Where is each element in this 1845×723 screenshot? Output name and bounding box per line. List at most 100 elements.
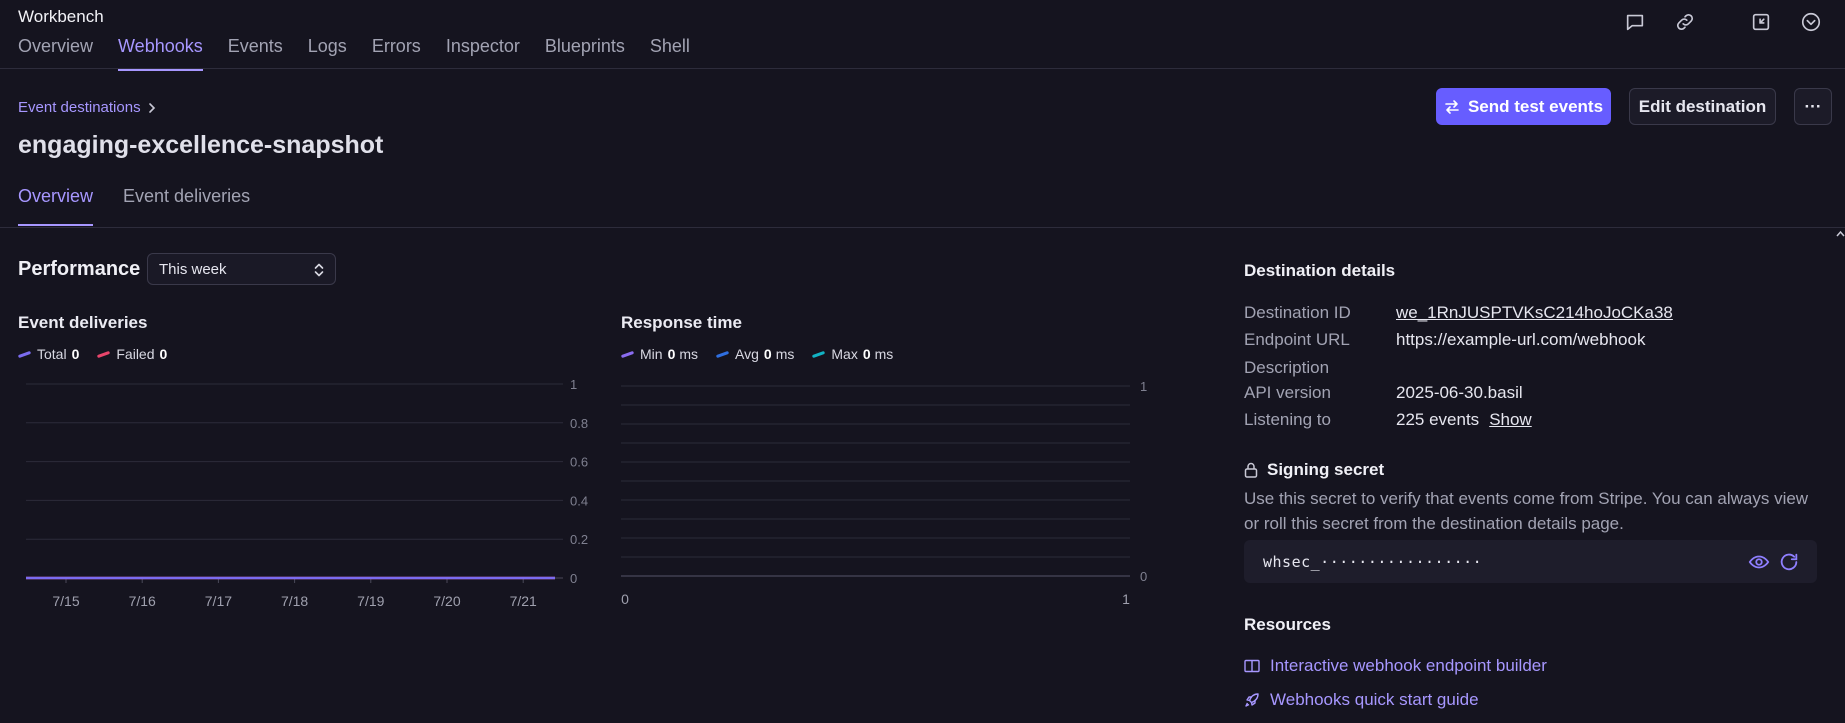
top-toolbar (1597, 10, 1823, 34)
y-tick-label: 0 (1140, 569, 1147, 584)
breadcrumb[interactable]: Event destinations (18, 99, 157, 116)
refresh-icon[interactable] (1778, 551, 1800, 573)
x-tick-label: 7/15 (52, 593, 79, 609)
performance-title: Performance (18, 258, 141, 280)
resource-link-label: Webhooks quick start guide (1270, 690, 1479, 709)
signing-secret-title: Signing secret (1267, 460, 1385, 479)
signing-secret-field: whsec_················· (1244, 540, 1817, 583)
legend-label-avg: Avg (735, 346, 759, 362)
nav-item-events[interactable]: Events (228, 36, 283, 71)
chevron-right-icon (148, 102, 155, 113)
signing-secret-value[interactable]: whsec_················· (1263, 553, 1482, 571)
nav-item-blueprints[interactable]: Blueprints (545, 36, 625, 71)
resources-title: Resources (1244, 615, 1331, 634)
rocket-icon (1245, 693, 1259, 707)
x-tick-label: 7/20 (433, 593, 460, 609)
tab-overview[interactable]: Overview (18, 186, 94, 226)
response-time-chart-title: Response time (621, 313, 742, 332)
legend-label-failed: Failed (116, 346, 155, 362)
collapse-icon[interactable] (1749, 10, 1773, 34)
y-tick-label: 0 (570, 571, 577, 586)
link-icon[interactable] (1673, 10, 1697, 34)
scroll-up-arrow[interactable] (1836, 230, 1845, 237)
eye-icon[interactable] (1748, 551, 1770, 573)
detail-row-listening-to: Listening to 225 events Show (1244, 410, 1532, 430)
x-tick-label: 0 (621, 591, 629, 607)
legend-value-total: 0 (71, 346, 80, 362)
book-icon (1244, 659, 1260, 673)
signing-secret-heading: Signing secret (1244, 460, 1384, 480)
nav-item-overview[interactable]: Overview (18, 36, 93, 71)
signing-secret-description: Use this secret to verify that events co… (1244, 489, 1809, 533)
legend-unit-min: ms (679, 346, 699, 362)
x-tick-label: 7/18 (281, 593, 308, 609)
period-select-value: This week (159, 260, 227, 278)
legend-item-min: Min 0 ms (620, 346, 699, 362)
chevron-circle-icon[interactable] (1799, 10, 1823, 34)
detail-label: Listening to (1244, 410, 1331, 429)
x-tick-label: 7/17 (205, 593, 232, 609)
tab-bar: Overview Event deliveries (18, 186, 280, 226)
event-deliveries-legend: Total 0 Failed 0 (17, 346, 185, 362)
period-select[interactable]: This week (147, 253, 336, 285)
legend-value-min: 0 (667, 346, 676, 362)
lock-icon (1244, 462, 1258, 478)
x-tick-label: 1 (1122, 591, 1130, 607)
nav-item-logs[interactable]: Logs (308, 36, 347, 71)
endpoint-url-value: https://example-url.com/webhook (1396, 330, 1646, 349)
show-events-link[interactable]: Show (1489, 410, 1532, 430)
legend-unit-max: ms (874, 346, 894, 362)
x-tick-label: 7/21 (510, 593, 537, 609)
destination-id-value[interactable]: we_1RnJUSPTVKsC214hoJoCKa38 (1396, 303, 1673, 323)
main-nav: Overview Webhooks Events Logs Errors Ins… (18, 36, 715, 71)
detail-row-api-version: API version 2025-06-30.basil (1244, 383, 1523, 403)
api-version-value: 2025-06-30.basil (1396, 383, 1523, 402)
nav-item-webhooks[interactable]: Webhooks (118, 36, 203, 71)
legend-item-avg: Avg 0 ms (715, 346, 795, 362)
swap-icon (1445, 99, 1459, 114)
top-divider (0, 68, 1845, 69)
legend-label-max: Max (831, 346, 858, 362)
listening-to-value: 225 events (1396, 410, 1480, 429)
detail-label: Endpoint URL (1244, 330, 1350, 349)
x-tick-label: 7/16 (129, 593, 156, 609)
nav-item-shell[interactable]: Shell (650, 36, 690, 71)
legend-label-min: Min (640, 346, 663, 362)
app-title: Workbench (18, 7, 104, 26)
details-title: Destination details (1244, 261, 1396, 280)
legend-item-total: Total 0 (17, 346, 80, 362)
response-time-legend: Min 0 ms Avg 0 ms Max 0 ms (620, 346, 911, 362)
nav-item-errors[interactable]: Errors (372, 36, 421, 71)
legend-swatch-failed (97, 350, 111, 358)
chat-icon[interactable] (1623, 10, 1647, 34)
edit-destination-button[interactable]: Edit destination (1629, 88, 1776, 125)
legend-unit-avg: ms (775, 346, 795, 362)
detail-row-description: Description (1244, 358, 1396, 378)
legend-swatch-total (17, 350, 32, 358)
more-options-button[interactable]: ··· (1794, 88, 1832, 125)
y-tick-label: 1 (570, 377, 577, 392)
legend-swatch-avg (715, 350, 730, 358)
nav-item-inspector[interactable]: Inspector (446, 36, 520, 71)
detail-row-endpoint-url: Endpoint URL https://example-url.com/web… (1244, 330, 1645, 350)
y-tick-label: 0.2 (570, 532, 588, 547)
legend-value-avg: 0 (763, 346, 772, 362)
detail-row-destination-id: Destination ID we_1RnJUSPTVKsC214hoJoCKa… (1244, 303, 1673, 323)
legend-item-failed: Failed 0 (97, 346, 167, 362)
legend-swatch-max (812, 350, 826, 358)
page-title: engaging-excellence-snapshot (18, 131, 384, 159)
resource-link-label: Interactive webhook endpoint builder (1270, 656, 1547, 675)
detail-label: Destination ID (1244, 303, 1351, 322)
y-tick-label: 1 (1140, 379, 1147, 394)
response-time-chart: 010 1 (621, 379, 1147, 607)
y-tick-label: 0.4 (570, 493, 588, 508)
detail-label: Description (1244, 358, 1330, 377)
resource-link-endpoint-builder[interactable]: Interactive webhook endpoint builder (1244, 656, 1547, 676)
event-deliveries-chart-title: Event deliveries (18, 313, 148, 332)
legend-label-total: Total (37, 346, 67, 362)
tabs-divider (0, 227, 1845, 228)
tab-event-deliveries[interactable]: Event deliveries (123, 186, 250, 226)
legend-value-failed: 0 (159, 346, 168, 362)
resource-link-quick-start[interactable]: Webhooks quick start guide (1244, 690, 1479, 710)
send-test-events-button[interactable]: Send test events (1436, 88, 1611, 125)
